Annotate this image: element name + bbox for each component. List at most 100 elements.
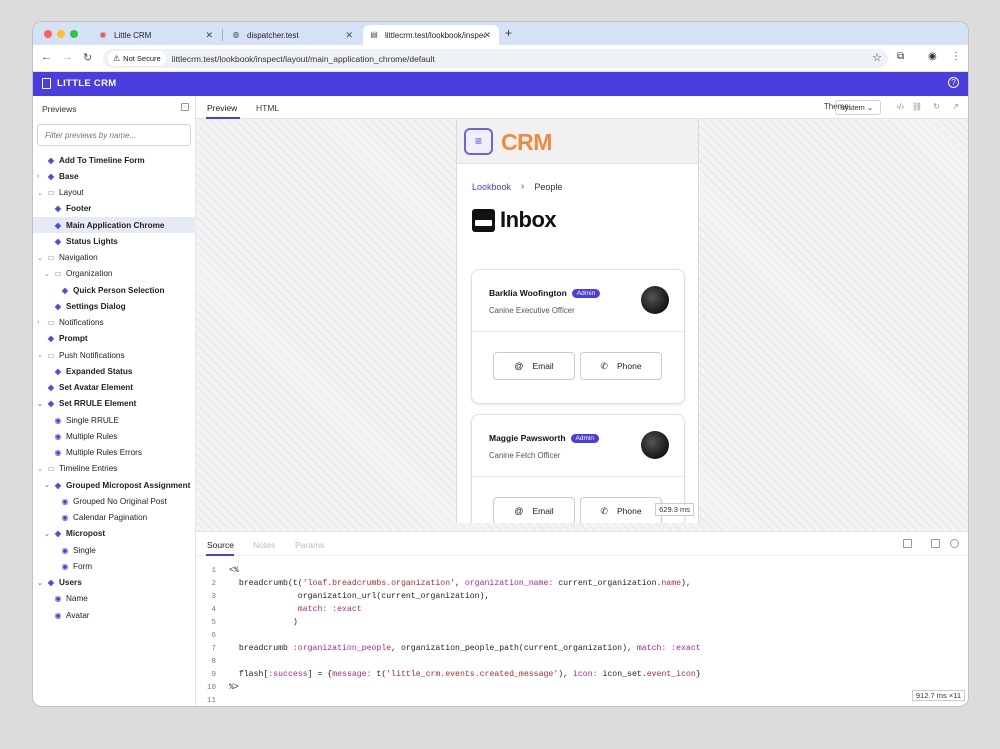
sidebar-item[interactable]: › ◈ Base [33,168,196,184]
sidebar-item[interactable]: ⌄ ◈ Users [33,575,196,591]
chevron-down-icon[interactable]: ⌄ [37,254,43,262]
omnibox[interactable]: ⚠ Not Secure littlecrm.test/lookbook/ins… [103,49,888,68]
copy-icon[interactable] [903,539,912,548]
crm-logo[interactable]: CRM [501,129,552,156]
sidebar-item[interactable]: ⌄ ▭ Timeline Entries [33,461,196,477]
browser-tab-2[interactable]: ◍ dispatcher.test ✕ [223,25,361,45]
phone-button[interactable]: ✆ Phone [580,352,662,380]
code-token: flash[ [229,670,269,679]
theme-select[interactable]: system ⌄ [835,100,881,115]
filter-previews-input[interactable] [37,124,191,146]
chevron-down-icon[interactable]: ⌄ [37,400,43,408]
minimize-window-button[interactable] [57,30,65,38]
phone-icon: ✆ [600,360,608,371]
refresh-icon[interactable]: ↻ [933,102,940,111]
browser-tab-3[interactable]: ▤ littlecrm.test/lookbook/inspec ✕ [363,25,499,45]
breadcrumb-lookbook-link[interactable]: Lookbook [472,182,511,192]
sidebar-item[interactable]: ◉ Single [33,542,196,558]
sidebar-item[interactable]: ⌄ ◈ Micropost [33,526,196,542]
profile-icon[interactable]: ◉ [928,51,937,62]
sidebar-item[interactable]: ◈ Footer [33,201,196,217]
help-icon[interactable]: ? [948,77,959,88]
cast-icon[interactable]: ⧉ [897,51,904,62]
tab-html[interactable]: HTML [256,103,279,113]
tab-notes[interactable]: Notes [253,540,275,550]
url-text[interactable]: littlecrm.test/lookbook/inspect/layout/m… [172,54,435,64]
chevron-down-icon[interactable]: ⌄ [37,579,43,587]
inspector-panel: Source Notes Params 1 <% 2 breadcrumb(t('l… [196,531,968,706]
sidebar-item[interactable]: ⌄ ▭ Push Notifications [33,347,196,363]
sidebar-item[interactable]: ◉ Multiple Rules [33,428,196,444]
sidebar-item[interactable]: ⌄ ◈ Grouped Micropost Assignment [33,477,196,493]
chevron-down-icon[interactable]: ⌄ [44,530,50,538]
resize-handle[interactable]: ⁞ [703,314,705,321]
chevron-down-icon[interactable]: ⌄ [37,189,43,197]
folder-icon: ▭ [47,188,55,198]
email-button[interactable]: @ Email [493,352,575,380]
browser-tab-1[interactable]: ◉ Little CRM ✕ [88,25,221,45]
close-window-button[interactable] [44,30,52,38]
tab-source[interactable]: Source [207,540,234,550]
chevron-right-icon[interactable]: › [37,319,39,326]
app-brand[interactable]: LITTLE CRM [42,78,116,89]
sidebar-item[interactable]: ⌄ ◈ Set RRULE Element [33,396,196,412]
close-tab-icon[interactable]: ✕ [345,30,353,41]
sidebar-item[interactable]: ⌄ ▭ Navigation [33,250,196,266]
bookmark-star-icon[interactable]: ☆ [872,51,882,64]
email-button-label: Email [532,506,554,516]
sidebar-item[interactable]: ◈ Expanded Status [33,363,196,379]
sidebar-item-label: Multiple Rules Errors [66,448,142,458]
code-token: } [695,670,701,679]
phone-button[interactable]: ✆ Phone [580,497,662,523]
tab-params[interactable]: Params [295,540,324,550]
component-icon: ◈ [47,334,55,344]
crm-favicon-icon: ◉ [99,30,107,39]
new-tab-icon[interactable]: + [505,26,512,40]
sidebar-item[interactable]: ◉ Grouped No Original Post [33,493,196,509]
sidebar-item[interactable]: ⌄ ▭ Organization [33,266,196,282]
forward-icon[interactable]: → [62,51,73,63]
back-icon[interactable]: ← [41,51,52,63]
code-line: 2 breadcrumb(t('loaf.breadcrumbs.organiz… [196,577,968,590]
collapse-sidebar-icon[interactable]: − [181,103,189,111]
hamburger-menu-button[interactable]: ≡ [464,128,493,155]
link-icon[interactable]: ⛓ [912,102,922,111]
close-panel-icon[interactable] [950,539,959,548]
sidebar-item[interactable]: ◈ Status Lights [33,233,196,249]
zoom-window-button[interactable] [70,30,78,38]
chevron-right-icon[interactable]: › [37,173,39,180]
reload-icon[interactable]: ↻ [83,51,92,64]
sidebar-item[interactable]: ◉ Multiple Rules Errors [33,445,196,461]
sidebar-item[interactable]: ◈ Prompt [33,331,196,347]
chevron-down-icon[interactable]: ⌄ [44,481,50,489]
layout-toggle-icon[interactable] [931,539,940,548]
sidebar-item-label: Layout [59,188,84,198]
sidebar-item[interactable]: ◈ Main Application Chrome [33,217,196,234]
tab-title: Little CRM [114,30,152,40]
security-chip[interactable]: ⚠ Not Secure [108,51,166,66]
external-link-icon[interactable]: ↗ [952,102,959,111]
chevron-down-icon[interactable]: ⌄ [37,351,43,359]
close-tab-icon[interactable]: ✕ [483,30,491,41]
sidebar-item[interactable]: ◈ Settings Dialog [33,298,196,314]
sidebar-item[interactable]: ⌄ ▭ Layout [33,185,196,201]
chevron-down-icon[interactable]: ⌄ [44,270,50,278]
sidebar-item[interactable]: ◉ Form [33,558,196,574]
sidebar-item[interactable]: ◈ Set Avatar Element [33,380,196,396]
menu-kebab-icon[interactable]: ⋮ [951,51,961,62]
email-button[interactable]: @ Email [493,497,575,523]
card-divider [472,476,684,477]
sidebar-item[interactable]: ◉ Name [33,591,196,607]
sidebar-item[interactable]: ◈ Add To Timeline Form [33,152,196,168]
code-icon[interactable]: ‹/› [896,102,904,111]
sidebar-item[interactable]: ◈ Quick Person Selection [33,282,196,298]
sidebar-item[interactable]: ◉ Avatar [33,607,196,623]
warning-icon: ⚠ [113,54,121,63]
close-tab-icon[interactable]: ✕ [205,30,213,41]
sidebar-item-label: Micropost [66,529,106,539]
sidebar-item[interactable]: ◉ Single RRULE [33,412,196,428]
chevron-down-icon[interactable]: ⌄ [37,465,43,473]
sidebar-item[interactable]: ◉ Calendar Pagination [33,510,196,526]
sidebar-item[interactable]: › ▭ Notifications [33,315,196,331]
tab-preview[interactable]: Preview [207,103,237,113]
